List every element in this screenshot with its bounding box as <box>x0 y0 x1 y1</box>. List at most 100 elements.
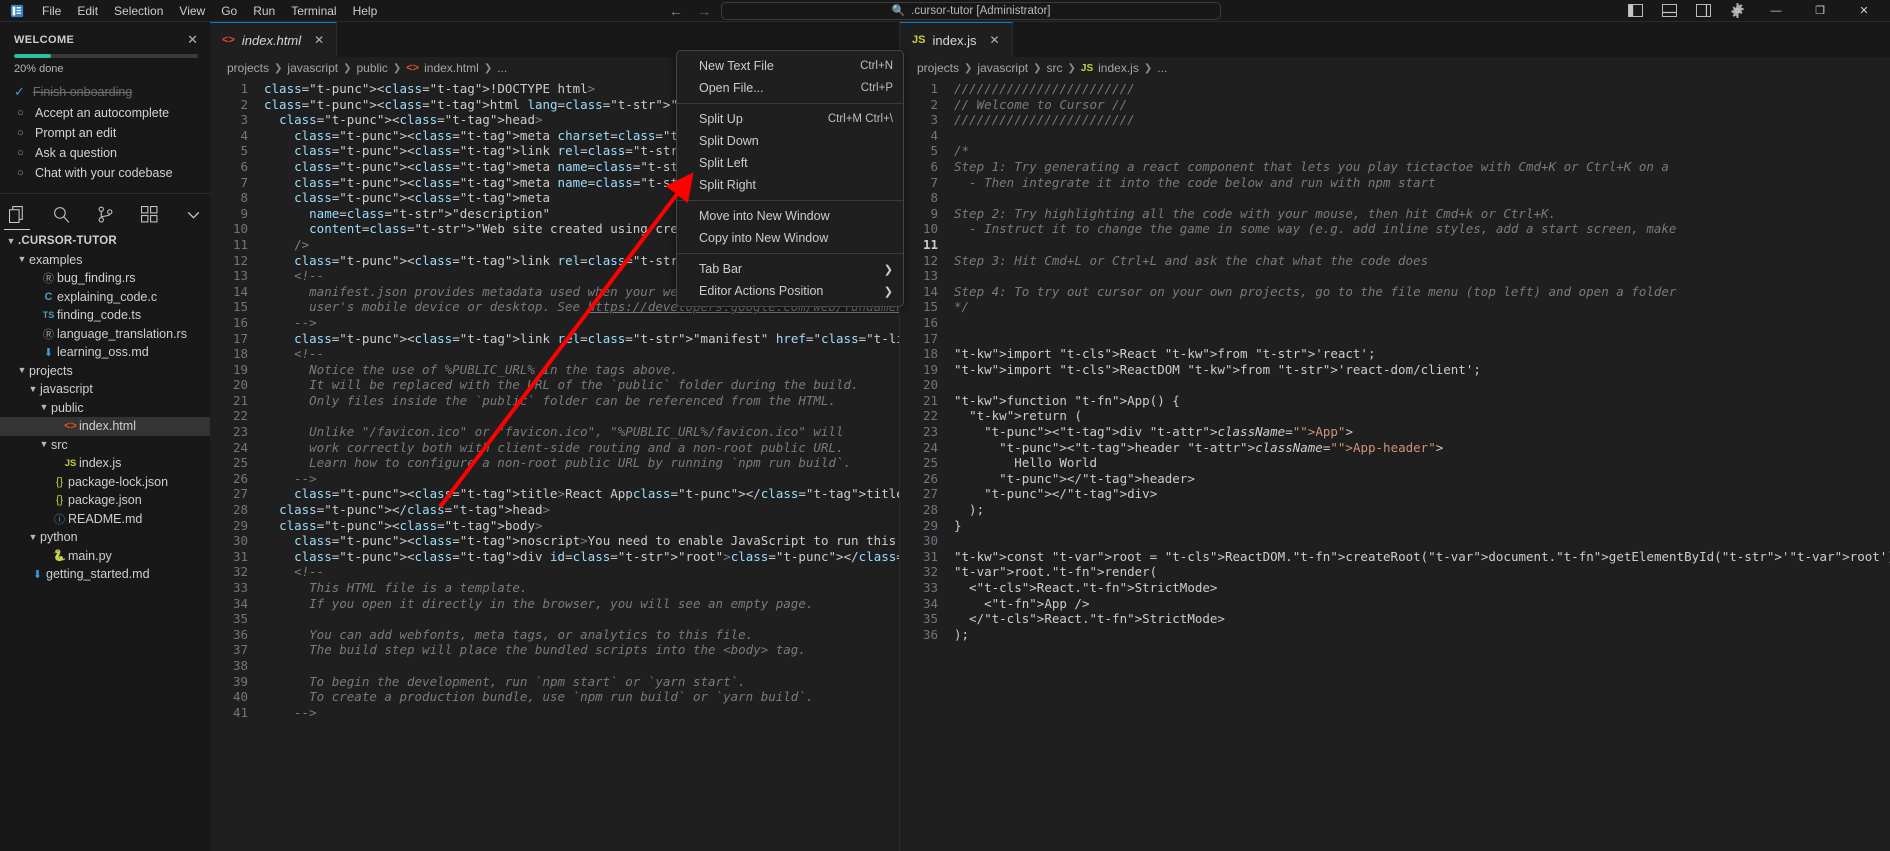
search-icon[interactable] <box>50 201 72 227</box>
tree-item-label: learning_oss.md <box>57 345 149 359</box>
tree-item-javascript[interactable]: ▼javascript <box>0 380 210 399</box>
menu-item-move-into-new-window[interactable]: Move into New Window <box>677 205 903 227</box>
source-control-icon[interactable] <box>94 201 116 227</box>
code-line: class="t-punc"><class="t-tag">title>Reac… <box>264 486 899 502</box>
maximize-button[interactable]: ❐ <box>1798 0 1842 22</box>
tree-item-package-lock-json[interactable]: {}package-lock.json <box>0 473 210 492</box>
manage-gear-icon[interactable] <box>1720 0 1754 22</box>
menu-edit[interactable]: Edit <box>69 1 106 21</box>
chevron-down-icon[interactable] <box>182 201 204 227</box>
menu-go[interactable]: Go <box>213 1 245 21</box>
tree-item-projects[interactable]: ▼projects <box>0 362 210 381</box>
line-number: 20 <box>900 377 938 393</box>
tree-item-explaining-code-c[interactable]: Cexplaining_code.c <box>0 288 210 307</box>
tab-index-html[interactable]: <> index.html ✕ <box>210 22 337 57</box>
breadcrumb-item[interactable]: src <box>1047 61 1063 75</box>
circle-icon: ○ <box>14 107 27 119</box>
chevron-down-icon[interactable]: ▼ <box>26 385 40 394</box>
code-editor-right[interactable]: 1234567891011121314151617181920212223242… <box>900 79 1890 851</box>
close-button[interactable]: ✕ <box>1842 0 1886 22</box>
chevron-down-icon[interactable]: ▼ <box>15 366 29 375</box>
chevron-down-icon[interactable]: ▼ <box>26 533 40 542</box>
code-line: class="t-punc"><class="t-tag">noscript>Y… <box>264 533 899 549</box>
breadcrumb-item[interactable]: javascript <box>977 61 1028 75</box>
menu-selection[interactable]: Selection <box>106 1 171 21</box>
toggle-panel-icon[interactable] <box>1652 0 1686 22</box>
breadcrumb-item[interactable]: ... <box>497 61 507 75</box>
tree-item--cursor-tutor[interactable]: ▼.CURSOR-TUTOR <box>0 232 210 251</box>
close-icon[interactable]: ✕ <box>314 33 324 47</box>
file-explorer-tree[interactable]: ▼.CURSOR-TUTOR▼examplesⓇbug_finding.rsCe… <box>0 230 210 851</box>
tree-item-index-html[interactable]: <>index.html <box>0 417 210 436</box>
editor-context-menu[interactable]: New Text FileCtrl+NOpen File...Ctrl+P Spl… <box>676 50 904 307</box>
close-icon[interactable]: ✕ <box>990 33 1000 47</box>
toggle-primary-sidebar-icon[interactable] <box>1618 0 1652 22</box>
breadcrumb-item[interactable]: projects <box>227 61 269 75</box>
menu-item-split-left[interactable]: Split Left <box>677 152 903 174</box>
breadcrumb-item[interactable]: ... <box>1157 61 1167 75</box>
task-finish-onboarding[interactable]: ✓ Finish onboarding <box>0 81 210 103</box>
menu-item-split-down[interactable]: Split Down <box>677 130 903 152</box>
tree-item-examples[interactable]: ▼examples <box>0 251 210 270</box>
menu-view[interactable]: View <box>171 1 213 21</box>
chevron-down-icon[interactable]: ▼ <box>37 403 51 412</box>
tree-item-src[interactable]: ▼src <box>0 436 210 455</box>
breadcrumb-item[interactable]: index.js <box>1098 61 1139 75</box>
breadcrumb-item[interactable]: index.html <box>424 61 479 75</box>
tree-item-package-json[interactable]: {}package.json <box>0 491 210 510</box>
tree-item-language-translation-rs[interactable]: Ⓡlanguage_translation.rs <box>0 325 210 344</box>
task-chat-with-codebase[interactable]: ○ Chat with your codebase <box>0 163 210 183</box>
tree-item-readme-md[interactable]: ⓘREADME.md <box>0 510 210 529</box>
line-number: 17 <box>210 331 248 347</box>
breadcrumb-item[interactable]: projects <box>917 61 959 75</box>
code-line: <"t-fn">App /> <box>954 596 1890 612</box>
tab-bar-filler-right <box>1013 22 1890 57</box>
tree-item-finding-code-ts[interactable]: TSfinding_code.ts <box>0 306 210 325</box>
task-accept-autocomplete[interactable]: ○ Accept an autocomplete <box>0 103 210 123</box>
menu-run[interactable]: Run <box>245 1 283 21</box>
chevron-down-icon[interactable]: ▼ <box>4 237 18 246</box>
menu-terminal[interactable]: Terminal <box>283 1 344 21</box>
arrow-right-icon[interactable]: → <box>697 4 711 18</box>
chevron-down-icon[interactable]: ▼ <box>15 255 29 264</box>
tab-index-js[interactable]: JS index.js ✕ <box>900 22 1013 57</box>
menu-item-new-text-file[interactable]: New Text FileCtrl+N <box>677 55 903 77</box>
chevron-down-icon[interactable]: ▼ <box>37 440 51 449</box>
tree-item-public[interactable]: ▼public <box>0 399 210 418</box>
menu-item-editor-actions-position[interactable]: Editor Actions Position❯ <box>677 280 903 302</box>
tree-item-bug-finding-rs[interactable]: Ⓡbug_finding.rs <box>0 269 210 288</box>
tree-item-getting-started-md[interactable]: ⬇getting_started.md <box>0 565 210 584</box>
toggle-secondary-sidebar-icon[interactable] <box>1686 0 1720 22</box>
extensions-icon[interactable] <box>138 201 160 227</box>
chevron-right-icon: ❯ <box>343 63 351 74</box>
line-number: 10 <box>900 221 938 237</box>
minimize-button[interactable]: — <box>1754 0 1798 22</box>
tree-item-learning-oss-md[interactable]: ⬇learning_oss.md <box>0 343 210 362</box>
py-file-icon: 🐍 <box>51 549 68 562</box>
task-prompt-an-edit[interactable]: ○ Prompt an edit <box>0 123 210 143</box>
close-icon[interactable]: ✕ <box>187 35 198 45</box>
breadcrumb-item[interactable]: public <box>357 61 388 75</box>
explorer-icon[interactable] <box>6 201 28 227</box>
menu-item-copy-into-new-window[interactable]: Copy into New Window <box>677 227 903 249</box>
menu-file[interactable]: File <box>34 1 69 21</box>
tree-item-main-py[interactable]: 🐍main.py <box>0 547 210 566</box>
breadcrumb-item[interactable]: javascript <box>287 61 338 75</box>
line-number: 11 <box>210 237 248 253</box>
menu-help[interactable]: Help <box>345 1 386 21</box>
line-number: 7 <box>900 175 938 191</box>
tree-item-python[interactable]: ▼python <box>0 528 210 547</box>
code-line: */ <box>954 299 1890 315</box>
task-ask-a-question[interactable]: ○ Ask a question <box>0 143 210 163</box>
line-number: 37 <box>210 642 248 658</box>
task-label: Ask a question <box>35 146 117 160</box>
code-line <box>954 128 1890 144</box>
menu-item-split-up[interactable]: Split UpCtrl+M Ctrl+\ <box>677 108 903 130</box>
command-center-search[interactable]: 🔍 .cursor-tutor [Administrator] <box>721 2 1221 20</box>
tree-item-index-js[interactable]: JSindex.js <box>0 454 210 473</box>
menu-item-open-file[interactable]: Open File...Ctrl+P <box>677 77 903 99</box>
menu-item-split-right[interactable]: Split Right <box>677 174 903 196</box>
arrow-left-icon[interactable]: ← <box>669 4 683 18</box>
code-content-right[interactable]: ////////////////////////// Welcome to Cu… <box>948 79 1890 851</box>
menu-item-tab-bar[interactable]: Tab Bar❯ <box>677 258 903 280</box>
